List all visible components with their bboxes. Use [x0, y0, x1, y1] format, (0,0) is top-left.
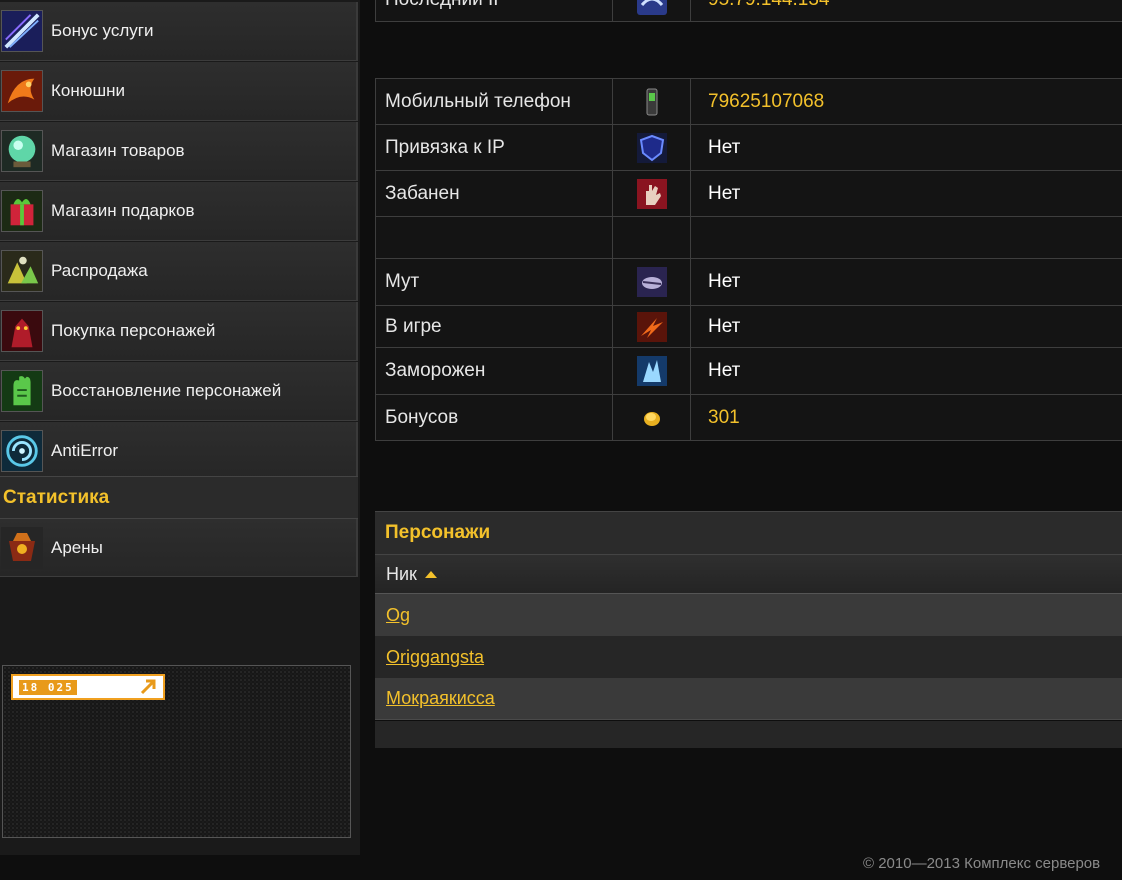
- sidebar-item-label: AntiError: [51, 441, 119, 460]
- antierror-icon: [1, 430, 43, 472]
- info-label: Забанен: [376, 171, 613, 216]
- sidebar-item-label: Магазин подарков: [51, 201, 195, 220]
- info-value: Нет: [708, 136, 741, 158]
- info-row-banned: Забанен Нет: [375, 171, 1122, 217]
- sidebar-item-label: Бонус услуги: [51, 21, 154, 40]
- sidebar-item-label: Восстановление персонажей: [51, 381, 282, 400]
- info-row-ip-binding: Привязка к IP Нет: [375, 125, 1122, 171]
- table-row: Мокраякисса: [375, 678, 1122, 720]
- characters-title: Персонажи: [375, 511, 1122, 554]
- restore-characters-icon: [1, 370, 43, 412]
- column-header-nick[interactable]: Ник: [375, 554, 1122, 594]
- info-value: 301: [708, 406, 740, 428]
- stats-section-header: Статистика: [0, 476, 358, 519]
- sidebar: Бонус услуги Конюшни Магазин товаров Маг…: [0, 0, 360, 855]
- info-row-bonuses: Бонусов 301: [375, 395, 1122, 441]
- info-value: 95.79.144.134: [691, 0, 1122, 21]
- ban-hand-icon: [636, 178, 667, 209]
- sidebar-item-arenas[interactable]: Арены: [0, 519, 358, 577]
- sidebar-item-label: Арены: [51, 537, 103, 557]
- table-footer: [375, 721, 1122, 748]
- bonus-services-icon: [1, 10, 43, 52]
- character-link[interactable]: Мокраякисса: [386, 688, 495, 709]
- sort-ascending-icon: [424, 570, 437, 578]
- sale-icon: [1, 250, 43, 292]
- in-game-icon: [636, 311, 667, 342]
- info-label: Последний IP: [376, 0, 613, 21]
- buy-characters-icon: [1, 310, 43, 352]
- sidebar-item-label: Распродажа: [51, 261, 148, 280]
- table-row: Origgangsta: [375, 636, 1122, 678]
- info-label: Бонусов: [376, 395, 613, 440]
- info-row-empty: [375, 217, 1122, 259]
- info-row-frozen: Заморожен Нет: [375, 348, 1122, 395]
- info-value: 79625107068: [708, 90, 825, 112]
- info-row-in-game: В игре Нет: [375, 306, 1122, 348]
- info-label: Мут: [376, 259, 613, 305]
- character-link[interactable]: Origgangsta: [386, 647, 484, 668]
- arenas-icon: [1, 526, 43, 569]
- info-label: Мобильный телефон: [376, 79, 613, 124]
- info-label: Заморожен: [376, 348, 613, 394]
- shield-icon: [636, 132, 667, 163]
- arrow-up-right-icon: [140, 679, 156, 695]
- stables-icon: [1, 70, 43, 112]
- visitor-counter-badge[interactable]: 18 025: [11, 674, 165, 700]
- sidebar-item-label: Конюшни: [51, 81, 126, 100]
- info-label: Привязка к IP: [376, 125, 613, 170]
- info-label: В игре: [376, 306, 613, 347]
- info-value: Нет: [708, 315, 741, 337]
- coin-icon: [643, 411, 660, 426]
- info-value: [691, 217, 1122, 258]
- counter-value: 18 025: [19, 679, 77, 695]
- sidebar-item-stables[interactable]: Конюшни: [0, 62, 358, 121]
- counter-widget: 18 025: [2, 665, 351, 838]
- sidebar-item-label: Магазин товаров: [51, 141, 185, 160]
- sidebar-item-label: Покупка персонажей: [51, 321, 216, 340]
- info-value: Нет: [708, 271, 741, 292]
- frozen-icon: [636, 356, 667, 386]
- sidebar-item-restore-characters[interactable]: Восстановление персонажей: [0, 362, 358, 421]
- sidebar-item-sale[interactable]: Распродажа: [0, 242, 358, 301]
- column-header-label: Ник: [386, 563, 417, 584]
- gift-shop-icon: [1, 190, 43, 232]
- info-row-last-ip: Последний IP 95.79.144.134: [375, 0, 1122, 22]
- sidebar-item-goods-shop[interactable]: Магазин товаров: [0, 122, 358, 181]
- table-row: Og: [375, 594, 1122, 636]
- sidebar-item-gift-shop[interactable]: Магазин подарков: [0, 182, 358, 241]
- sidebar-item-bonus-services[interactable]: Бонус услуги: [0, 2, 358, 61]
- info-value: Нет: [708, 360, 741, 381]
- mute-icon: [636, 267, 667, 297]
- character-link[interactable]: Og: [386, 605, 410, 626]
- sidebar-item-antierror[interactable]: AntiError: [0, 422, 358, 481]
- copyright-text: © 2010—2013 Комплекс серверов: [863, 855, 1101, 872]
- info-row-mute: Мут Нет: [375, 259, 1122, 306]
- sidebar-item-buy-characters[interactable]: Покупка персонажей: [0, 302, 358, 361]
- goods-shop-icon: [1, 130, 43, 172]
- info-row-mobile-phone: Мобильный телефон 79625107068: [375, 78, 1122, 125]
- ip-icon: [636, 0, 667, 15]
- mobile-phone-icon: [646, 88, 657, 115]
- info-label: [376, 217, 613, 258]
- info-value: Нет: [708, 182, 741, 204]
